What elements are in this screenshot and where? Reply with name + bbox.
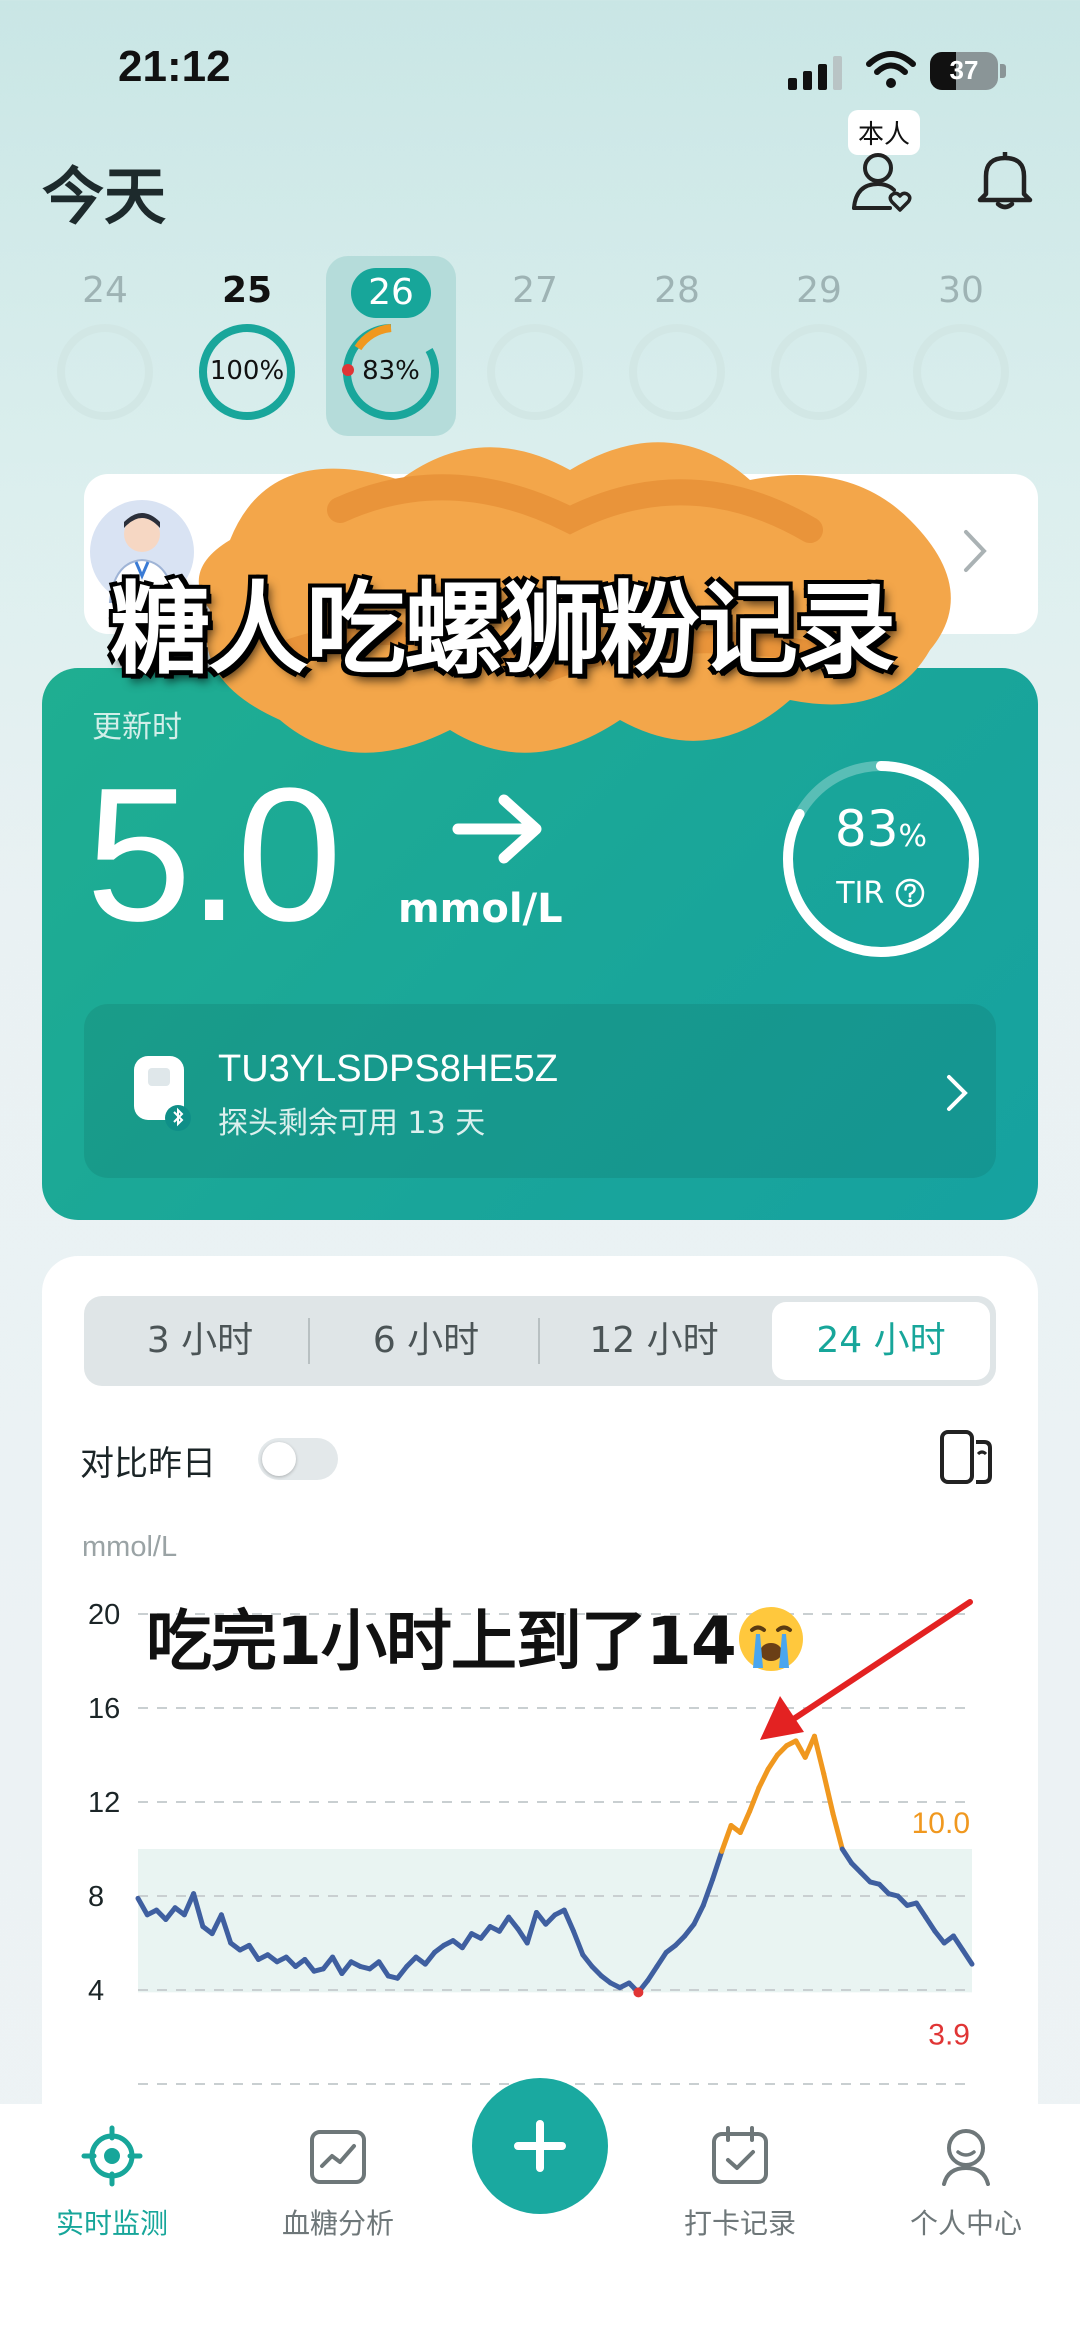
chart-icon — [310, 2130, 366, 2184]
date-number: 24 — [82, 270, 128, 311]
low-point-marker — [633, 1987, 644, 1998]
nav-label: 血糖分析 — [281, 2207, 394, 2240]
chart-annotation-text: 吃完1小时上到了14 — [146, 1603, 737, 1680]
y-tick-label: 16 — [88, 1693, 120, 1725]
nav-checkin-records[interactable]: 打卡记录 — [650, 2124, 830, 2242]
date-number: 25 — [221, 270, 273, 311]
nav-profile[interactable]: 个人中心 — [876, 2124, 1056, 2242]
glucose-line-segment — [830, 1811, 845, 1852]
date-number: 27 — [512, 270, 558, 311]
glucose-line-segment — [747, 1785, 762, 1814]
day-progress-ring — [771, 324, 867, 420]
day-progress-ring — [487, 324, 583, 420]
range-tab-12h[interactable]: 12 小时 — [542, 1302, 766, 1380]
y-tick-label: 4 — [88, 1975, 104, 2007]
battery-icon: 37 — [930, 52, 1006, 90]
battery-level: 37 — [949, 55, 979, 85]
sensor-row[interactable] — [84, 1004, 996, 1178]
date-item[interactable]: 28 — [612, 256, 742, 436]
glucose-line-segment — [719, 1823, 734, 1854]
day-progress-ring — [57, 324, 153, 420]
y-tick-label: 8 — [88, 1881, 104, 1913]
date-number: 28 — [654, 270, 700, 311]
day-progress-value: 83% — [362, 356, 420, 386]
chart-annotation: 吃完1小时上到了14 — [146, 1588, 806, 1684]
y-tick-label: 12 — [88, 1787, 120, 1819]
range-tab-3h[interactable]: 3 小时 — [90, 1302, 310, 1380]
user-switch-icon[interactable] — [848, 148, 914, 214]
bell-icon[interactable] — [972, 146, 1038, 212]
date-item[interactable]: 24 — [40, 256, 170, 436]
high-threshold-label: 10.0 — [912, 1807, 970, 1840]
glucose-line-segment — [737, 1808, 753, 1836]
nav-glucose-analysis[interactable]: 血糖分析 — [248, 2124, 428, 2242]
sensor-days-left: 探头剩余可用 13 天 — [218, 1106, 486, 1141]
date-item[interactable]: 27 — [470, 256, 600, 436]
nav-label: 打卡记录 — [683, 2207, 796, 2240]
sensor-id: TU3YLSDPS8HE5Z — [218, 1048, 559, 1090]
glucose-line-segment — [756, 1766, 771, 1791]
tir-label[interactable]: TIR — [778, 876, 984, 911]
y-tick-label: 20 — [88, 1599, 120, 1631]
chevron-right-icon — [947, 1075, 968, 1111]
tir-label-text: TIR — [836, 876, 885, 911]
glucose-unit: mmol/L — [398, 886, 563, 932]
date-item[interactable]: 30 — [896, 256, 1026, 436]
day-progress-ring — [913, 324, 1009, 420]
range-tab-6h[interactable]: 6 小时 — [314, 1302, 538, 1380]
nav-label: 实时监测 — [55, 2207, 168, 2240]
date-item[interactable]: 29 — [754, 256, 884, 436]
toggle-knob — [262, 1442, 296, 1476]
day-progress-value: 100% — [209, 356, 285, 386]
red-arrow-annotation — [760, 1599, 973, 1740]
date-strip: 24 25 100% 26 83% 27 28 29 30 — [40, 256, 1040, 436]
date-number: 26 — [351, 268, 431, 318]
nav-label: 个人中心 — [909, 2207, 1022, 2240]
person-icon — [942, 2129, 990, 2186]
range-tab-24h[interactable]: 24 小时 — [772, 1302, 990, 1380]
glucose-line-segment — [821, 1771, 836, 1817]
help-icon[interactable] — [894, 877, 926, 909]
signal-icon — [788, 56, 842, 90]
low-threshold-label: 3.9 — [928, 2018, 970, 2051]
date-item[interactable]: 25 100% — [182, 256, 312, 436]
target-icon — [81, 2125, 143, 2187]
day-progress-ring — [629, 324, 725, 420]
glucose-line-segment — [765, 1752, 780, 1772]
calendar-check-icon — [712, 2126, 768, 2184]
wifi-icon — [866, 51, 916, 88]
target-range-band — [138, 1849, 972, 1993]
page-title: 今天 — [42, 160, 167, 233]
date-item-selected[interactable]: 26 83% — [326, 256, 456, 436]
y-axis-unit: mmol/L — [82, 1531, 177, 1563]
sensor-device-icon — [134, 1056, 191, 1131]
segment-divider — [538, 1318, 540, 1364]
landscape-view-icon[interactable] — [938, 1428, 994, 1486]
date-number: 29 — [796, 270, 842, 311]
nav-realtime-monitor[interactable]: 实时监测 — [22, 2124, 202, 2242]
overlay-title: 糖人吃螺狮粉记录 — [110, 571, 896, 688]
compare-yesterday-label: 对比昨日 — [80, 1444, 216, 1484]
status-time: 21:12 — [118, 42, 231, 91]
segment-divider — [308, 1318, 310, 1364]
date-number: 30 — [938, 270, 984, 311]
tir-percent-sign: % — [898, 819, 928, 854]
range-segmented-control: 3 小时 6 小时 12 小时 24 小时 — [84, 1296, 996, 1386]
plus-icon — [514, 2120, 566, 2172]
